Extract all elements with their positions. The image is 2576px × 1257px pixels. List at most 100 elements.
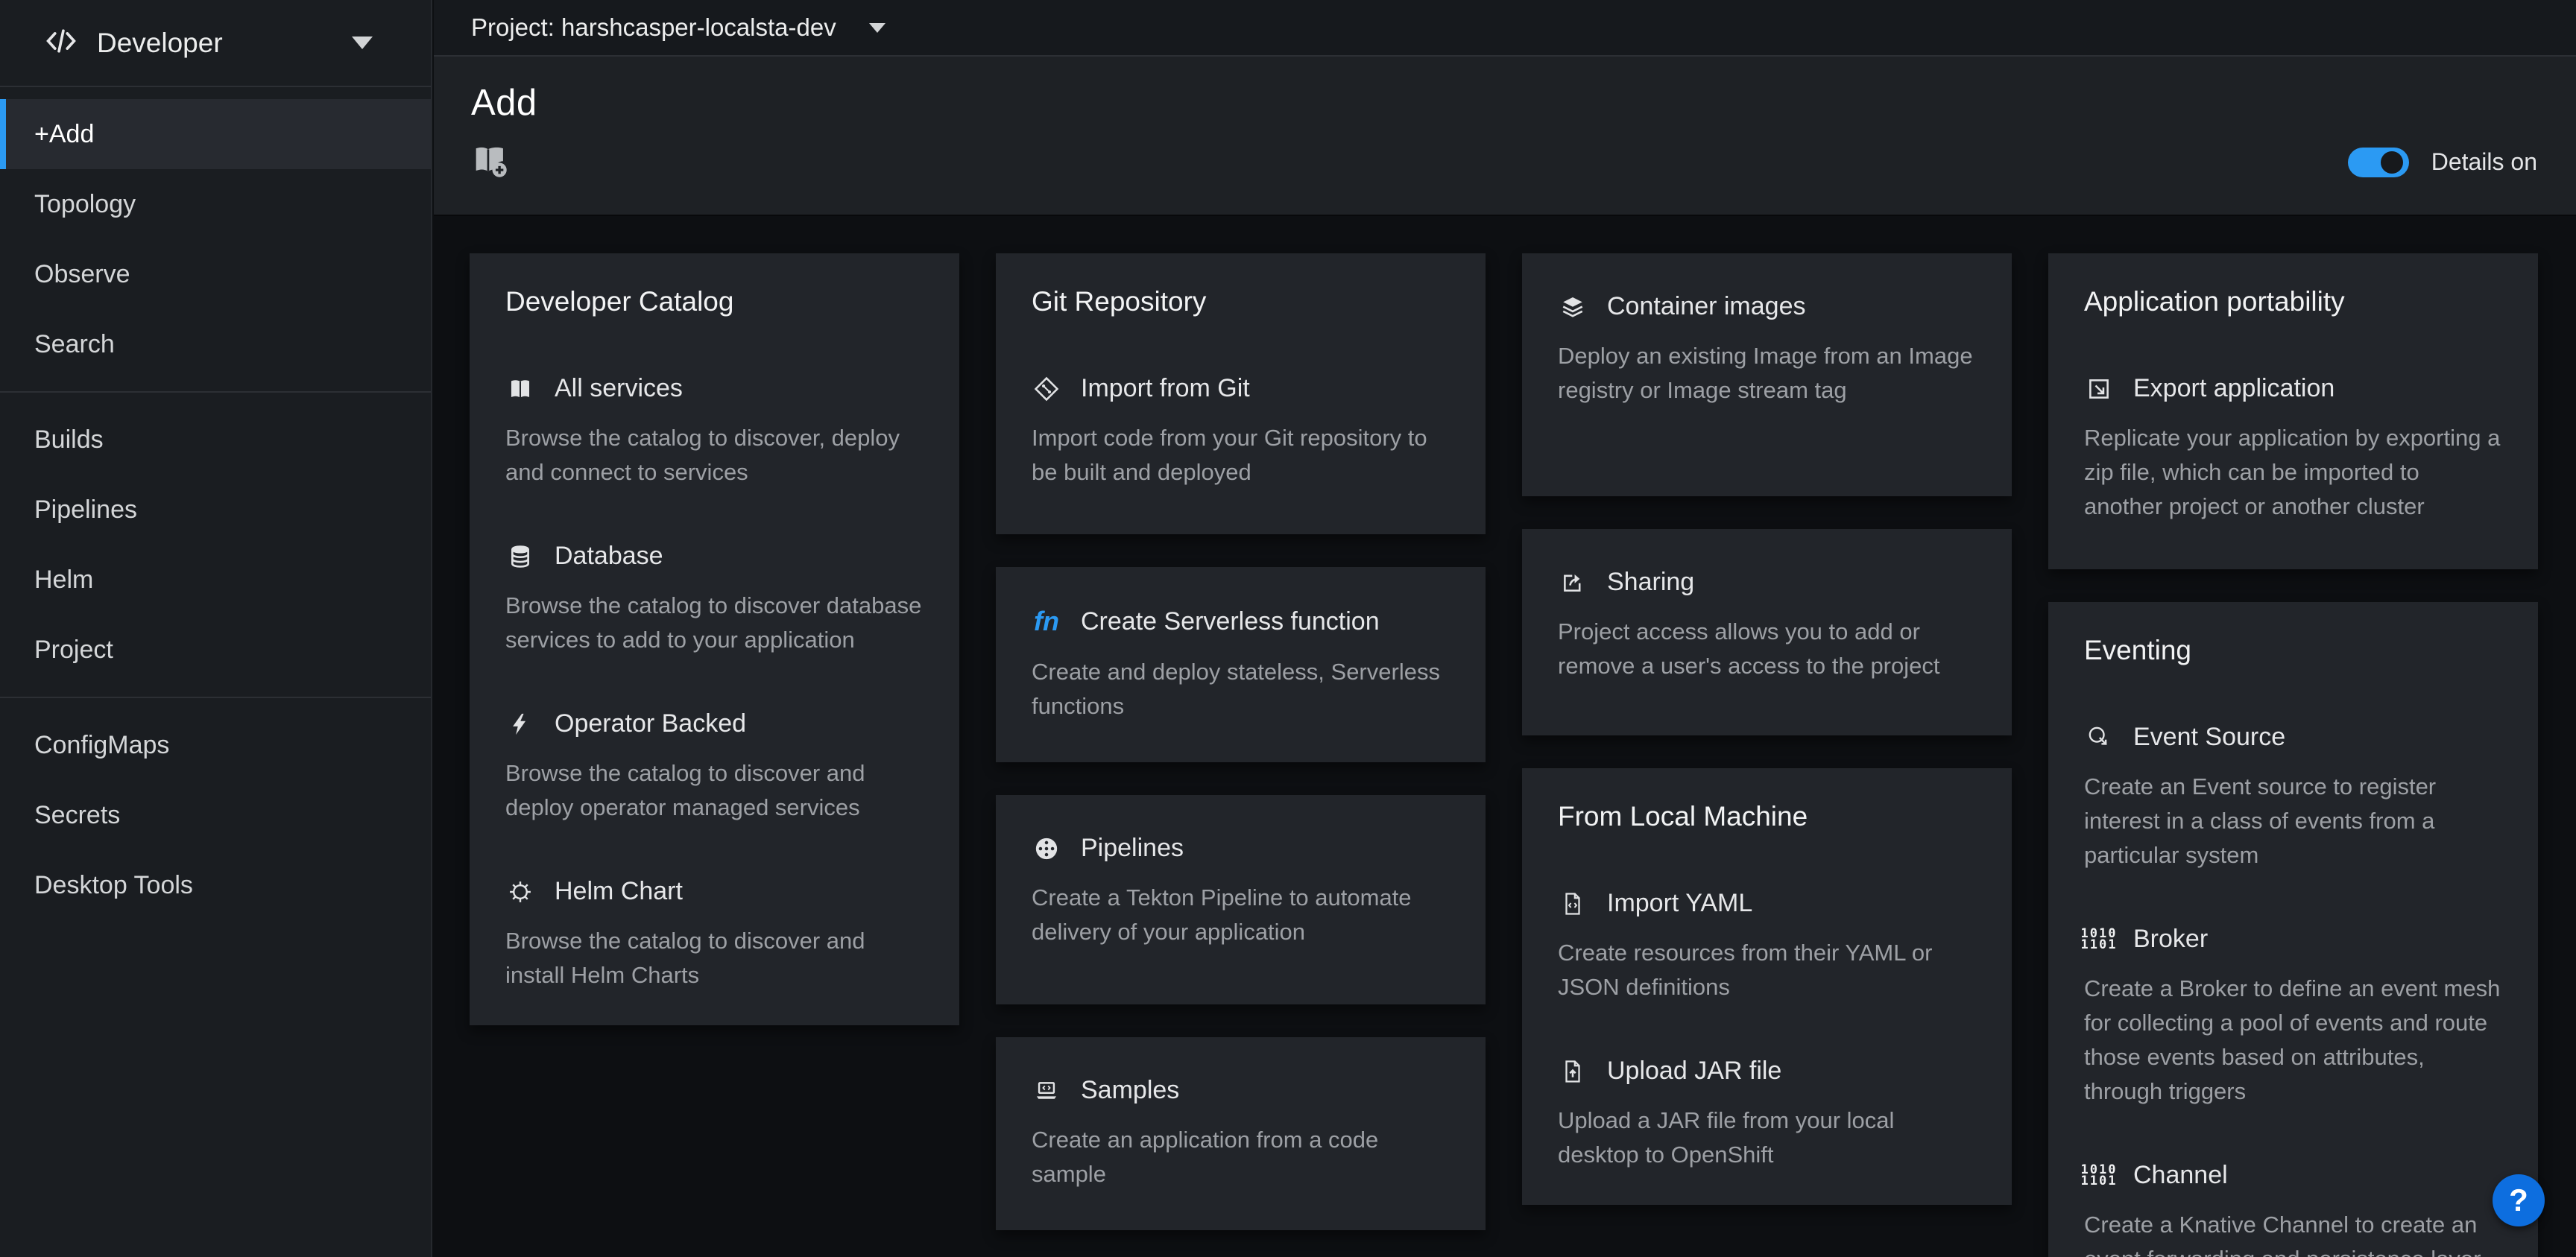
card-title: Git Repository	[1032, 286, 1450, 317]
action-import-yaml[interactable]: Import YAML Create resources from their …	[1558, 889, 1976, 1004]
action-description: Import code from your Git repository to …	[1032, 421, 1450, 490]
action-helm-chart[interactable]: Helm Chart Browse the catalog to discove…	[505, 877, 924, 992]
action-description: Create resources from their YAML or JSON…	[1558, 936, 1976, 1004]
card-serverless-function: fn Create Serverless function Create and…	[996, 567, 1486, 762]
page-header: Add Details on	[434, 57, 2576, 216]
card-samples: Samples Create an application from a cod…	[996, 1037, 1486, 1230]
project-selector-label: Project: harshcasper-localsta-dev	[471, 13, 836, 42]
action-create-serverless-function[interactable]: fn Create Serverless function Create and…	[1032, 606, 1450, 724]
card-git-repository: Git Repository Import from Git Import co…	[996, 253, 1486, 534]
action-label: Operator Backed	[555, 709, 746, 738]
book-icon	[505, 376, 535, 402]
action-description: Project access allows you to add or remo…	[1558, 615, 1976, 683]
action-description: Create a Tekton Pipeline to automate del…	[1032, 881, 1450, 949]
action-operator-backed[interactable]: Operator Backed Browse the catalog to di…	[505, 709, 924, 825]
samples-icon	[1032, 1078, 1061, 1104]
action-label: Import from Git	[1081, 374, 1250, 403]
help-button[interactable]: ?	[2493, 1174, 2545, 1226]
action-label: Broker	[2133, 925, 2208, 954]
sidebar-item-builds[interactable]: Builds	[0, 405, 431, 475]
card-eventing: Eventing Event Source Create an Event so…	[2048, 602, 2538, 1257]
code-icon	[45, 25, 78, 61]
action-container-images[interactable]: Container images Deploy an existing Imag…	[1558, 292, 1976, 408]
action-description: Deploy an existing Image from an Image r…	[1558, 339, 1976, 408]
book-plus-icon[interactable]	[471, 142, 508, 183]
card-container-images: Container images Deploy an existing Imag…	[1522, 253, 2012, 496]
page-title: Add	[471, 82, 2537, 124]
action-label: Database	[555, 542, 663, 571]
file-upload-icon	[1558, 1059, 1588, 1084]
action-description: Create a Broker to define an event mesh …	[2084, 972, 2502, 1109]
action-sharing[interactable]: Sharing Project access allows you to add…	[1558, 568, 1976, 683]
action-broker[interactable]: 10101101 Broker Create a Broker to defin…	[2084, 925, 2502, 1109]
action-samples[interactable]: Samples Create an application from a cod…	[1032, 1076, 1450, 1191]
sidebar-item-topology[interactable]: Topology	[0, 169, 431, 239]
toggle-knob	[2381, 151, 2403, 174]
details-toggle-label: Details on	[2431, 148, 2537, 176]
action-description: Browse the catalog to discover and deplo…	[505, 756, 924, 825]
chevron-down-icon	[869, 23, 886, 33]
sidebar-item-desktop-tools[interactable]: Desktop Tools	[0, 850, 431, 920]
action-label: Helm Chart	[555, 877, 683, 906]
nav-group-2: Builds Pipelines Helm Project	[0, 391, 431, 697]
binary-icon: 10101101	[2084, 1165, 2114, 1187]
action-export-application[interactable]: Export application Replicate your applic…	[2084, 374, 2502, 524]
action-pipelines[interactable]: Pipelines Create a Tekton Pipeline to au…	[1032, 834, 1450, 949]
nav-group-3: ConfigMaps Secrets Desktop Tools	[0, 697, 431, 932]
add-page-grid: Developer Catalog All services Browse th…	[434, 218, 2576, 1257]
perspective-switcher[interactable]: Developer	[0, 0, 431, 87]
action-import-from-git[interactable]: Import from Git Import code from your Gi…	[1032, 374, 1450, 490]
action-label: All services	[555, 374, 683, 403]
card-sharing: Sharing Project access allows you to add…	[1522, 529, 2012, 735]
nav-group-1: +Add Topology Observe Search	[0, 87, 431, 391]
chevron-down-icon	[352, 37, 373, 49]
main-area: Project: harshcasper-localsta-dev Add De…	[434, 0, 2576, 1257]
grid-column-3: Container images Deploy an existing Imag…	[1522, 253, 2012, 1205]
details-toggle-switch[interactable]	[2348, 148, 2409, 177]
perspective-label: Developer	[97, 28, 223, 59]
sidebar-item-helm[interactable]: Helm	[0, 545, 431, 615]
action-database[interactable]: Database Browse the catalog to discover …	[505, 542, 924, 657]
action-event-source[interactable]: Event Source Create an Event source to r…	[2084, 723, 2502, 873]
event-source-icon	[2084, 725, 2114, 750]
sidebar-item-configmaps[interactable]: ConfigMaps	[0, 710, 431, 780]
sidebar-item-add[interactable]: +Add	[0, 99, 431, 169]
grid-column-1: Developer Catalog All services Browse th…	[470, 253, 959, 1025]
sidebar-item-secrets[interactable]: Secrets	[0, 780, 431, 850]
action-description: Create and deploy stateless, Serverless …	[1032, 655, 1450, 724]
card-title: Application portability	[2084, 286, 2502, 317]
action-description: Replicate your application by exporting …	[2084, 421, 2502, 524]
file-code-icon	[1558, 891, 1588, 916]
database-icon	[505, 544, 535, 569]
action-description: Browse the catalog to discover and insta…	[505, 924, 924, 992]
card-pipelines: Pipelines Create a Tekton Pipeline to au…	[996, 795, 1486, 1004]
binary-icon: 10101101	[2084, 928, 2114, 951]
sidebar-item-project[interactable]: Project	[0, 615, 431, 685]
sidebar: Developer +Add Topology Observe Search B…	[0, 0, 432, 1257]
card-title: Eventing	[2084, 635, 2502, 666]
action-channel[interactable]: 10101101 Channel Create a Knative Channe…	[2084, 1161, 2502, 1257]
sidebar-item-observe[interactable]: Observe	[0, 239, 431, 309]
action-label: Export application	[2133, 374, 2334, 403]
action-description: Upload a JAR file from your local deskto…	[1558, 1104, 1976, 1172]
bolt-icon	[505, 712, 535, 737]
action-label: Import YAML	[1607, 889, 1752, 918]
card-application-portability: Application portability Export applicati…	[2048, 253, 2538, 569]
action-label: Event Source	[2133, 723, 2285, 752]
layers-icon	[1558, 294, 1588, 320]
action-label: Upload JAR file	[1607, 1057, 1781, 1086]
project-selector[interactable]: Project: harshcasper-localsta-dev	[434, 0, 2576, 57]
action-description: Create a Knative Channel to create an ev…	[2084, 1208, 2502, 1257]
action-description: Create an application from a code sample	[1032, 1123, 1450, 1191]
helm-icon	[505, 879, 535, 905]
sidebar-item-pipelines[interactable]: Pipelines	[0, 475, 431, 545]
sidebar-item-search[interactable]: Search	[0, 309, 431, 379]
action-label: Container images	[1607, 292, 1805, 321]
action-upload-jar-file[interactable]: Upload JAR file Upload a JAR file from y…	[1558, 1057, 1976, 1172]
card-developer-catalog: Developer Catalog All services Browse th…	[470, 253, 959, 1025]
action-label: Pipelines	[1081, 834, 1184, 863]
details-toggle-group: Details on	[2348, 148, 2537, 177]
pipelines-icon	[1032, 836, 1061, 861]
action-description: Create an Event source to register inter…	[2084, 770, 2502, 873]
action-all-services[interactable]: All services Browse the catalog to disco…	[505, 374, 924, 490]
